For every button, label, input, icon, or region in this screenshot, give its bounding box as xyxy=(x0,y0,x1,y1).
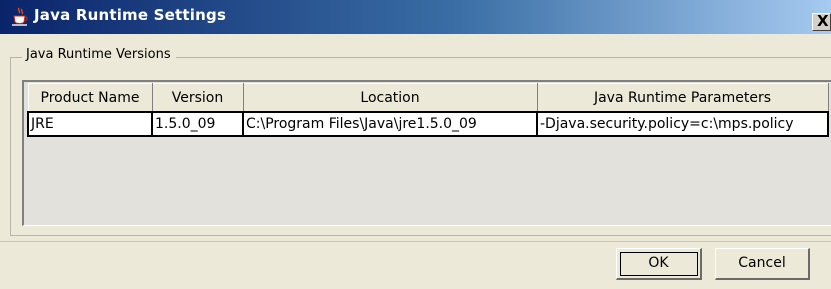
window-title: Java Runtime Settings xyxy=(34,6,227,24)
table-header-row: Product Name Version Location Java Runti… xyxy=(27,83,829,113)
cell-java-runtime-parameters[interactable]: -Djava.security.policy=c:\mps.policy xyxy=(536,111,829,137)
cell-location[interactable]: C:\Program Files\Java\jre1.5.0_09 xyxy=(242,111,538,137)
close-icon: X xyxy=(817,13,829,30)
ok-button[interactable]: OK xyxy=(616,248,702,280)
column-header-java-runtime-parameters[interactable]: Java Runtime Parameters xyxy=(536,83,829,113)
button-area-separator xyxy=(0,241,831,242)
runtime-versions-table[interactable]: Product Name Version Location Java Runti… xyxy=(22,80,831,226)
cell-version[interactable]: 1.5.0_09 xyxy=(151,111,244,137)
table-row[interactable]: JRE 1.5.0_09 C:\Program Files\Java\jre1.… xyxy=(27,111,829,137)
cell-product-name[interactable]: JRE xyxy=(27,111,153,137)
java-coffee-cup-icon xyxy=(11,7,29,27)
java-runtime-settings-dialog: Java Runtime Settings X Java Runtime Ver… xyxy=(0,0,831,289)
column-header-version[interactable]: Version xyxy=(151,83,244,113)
cancel-button[interactable]: Cancel xyxy=(715,248,810,280)
group-label: Java Runtime Versions xyxy=(22,47,176,62)
column-header-product-name[interactable]: Product Name xyxy=(27,83,153,113)
close-button[interactable]: X xyxy=(812,13,831,31)
title-bar[interactable]: Java Runtime Settings X xyxy=(0,0,831,34)
column-header-location[interactable]: Location xyxy=(242,83,538,113)
table-grid: Product Name Version Location Java Runti… xyxy=(27,83,829,137)
